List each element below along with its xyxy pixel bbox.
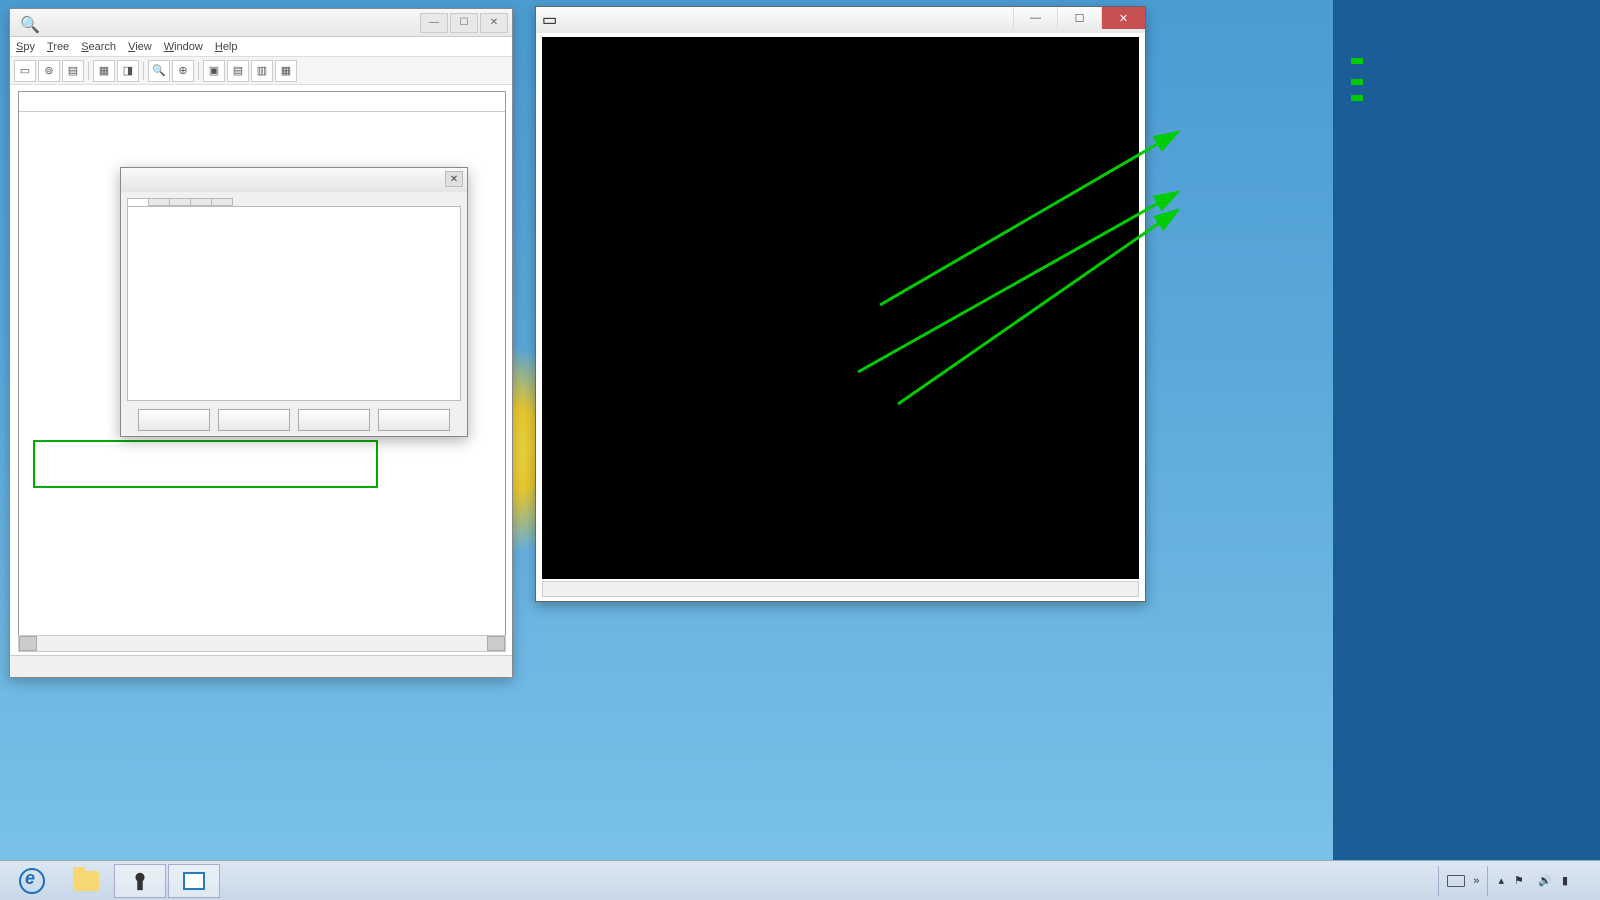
synchronize-button[interactable] [298,409,370,431]
minimize-button[interactable]: — [1013,7,1057,29]
properties-body [127,206,461,401]
action-center-icon[interactable]: ⚑ [1514,874,1528,888]
maximize-button[interactable]: ☐ [450,13,478,33]
ie-icon [19,868,45,894]
properties-tabs [121,192,467,206]
console-icon: ▭ [542,10,562,30]
properties-buttons [121,407,467,437]
toolbar-btn[interactable]: ▭ [14,60,36,82]
toolbar-btn[interactable]: ▤ [227,60,249,82]
properties-titlebar[interactable]: ✕ [121,168,467,192]
menu-spy[interactable]: Spy [16,41,35,53]
spypp-toolbar: ▭ ⊚ ▤ ▦ ◨ 🔍 ⊕ ▣ ▤ ▥ ▦ [10,57,512,85]
toolbar-btn[interactable]: ⊕ [172,60,194,82]
temp-highlight-box [1351,58,1363,64]
taskbar-explorer-button[interactable] [60,864,112,898]
spy-icon [129,869,151,893]
spypp-inner-title [19,92,505,112]
feels-like-highlight-box [1351,95,1363,101]
folder-icon [73,871,99,891]
toolbar-btn[interactable]: ⊚ [38,60,60,82]
system-tray: » ▴ ⚑ 🔊 ▮ [1438,866,1594,896]
toolbar-btn[interactable]: ▤ [62,60,84,82]
toolbar-btn[interactable]: ▦ [275,60,297,82]
spypp-menubar[interactable]: Spy Tree Search View Window Help [10,37,512,57]
toolbar-btn[interactable]: ▥ [251,60,273,82]
console-window: ▭ — ☐ ✕ [535,6,1146,602]
console-scrollbar[interactable] [542,581,1139,597]
close-button[interactable]: ✕ [445,171,463,187]
condition-highlight-box [1351,79,1363,85]
toolbar-btn[interactable]: ▣ [203,60,225,82]
toolbar-btn[interactable]: 🔍 [148,60,170,82]
tab-process[interactable] [211,198,233,206]
keyboard-icon[interactable] [1447,875,1465,887]
chevron-icon[interactable]: » [1473,875,1479,887]
tree-highlight-box [33,440,378,488]
tray-expand-icon[interactable]: ▴ [1498,874,1504,887]
taskbar-spypp-button[interactable] [114,864,166,898]
spypp-app-icon: 🔍 [20,15,36,31]
taskbar-console-button[interactable] [168,864,220,898]
toolbar-btn[interactable]: ◨ [117,60,139,82]
maximize-button[interactable]: ☐ [1057,7,1101,29]
horizontal-scrollbar[interactable] [18,635,506,652]
menu-tree[interactable]: Tree [47,41,69,53]
tab-styles[interactable] [148,198,170,206]
help-button[interactable] [378,409,450,431]
tab-class[interactable] [190,198,212,206]
spypp-titlebar[interactable]: 🔍 — ☐ ✕ [10,9,512,37]
taskbar[interactable]: » ▴ ⚑ 🔊 ▮ [0,860,1600,900]
network-icon[interactable]: ▮ [1562,874,1576,888]
close-button[interactable]: ✕ [1101,7,1145,29]
volume-icon[interactable]: 🔊 [1538,874,1552,888]
tab-general[interactable] [127,198,149,206]
menu-view[interactable]: View [128,41,152,53]
weather-snap-panel[interactable] [1333,0,1600,860]
console-icon [183,872,205,890]
close-button[interactable] [138,409,210,431]
window-tree[interactable] [19,112,505,116]
menu-window[interactable]: Window [164,41,203,53]
spypp-statusbar [10,655,512,677]
taskbar-ie-button[interactable] [6,864,58,898]
tab-windows[interactable] [169,198,191,206]
minimize-button[interactable]: — [420,13,448,33]
refresh-button[interactable] [218,409,290,431]
desktop-toolbar[interactable]: » [1438,866,1488,896]
menu-help[interactable]: Help [215,41,238,53]
window-properties-dialog: ✕ [120,167,468,437]
toolbar-btn[interactable]: ▦ [93,60,115,82]
close-button[interactable]: ✕ [480,13,508,33]
console-output[interactable] [542,37,1139,579]
console-titlebar[interactable]: ▭ — ☐ ✕ [536,7,1145,33]
menu-search[interactable]: Search [81,41,116,53]
